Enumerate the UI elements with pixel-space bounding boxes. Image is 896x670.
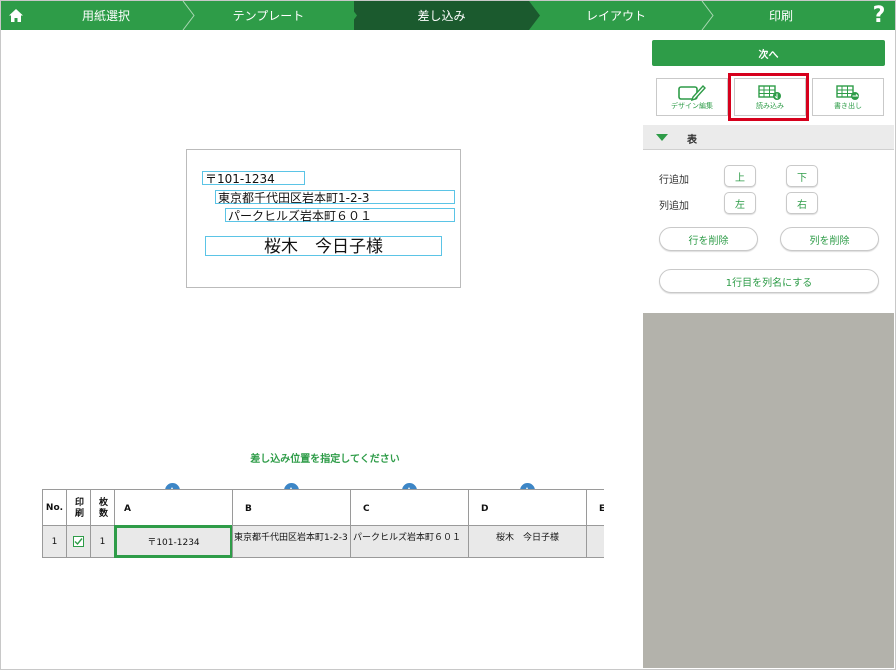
cell-c1[interactable]: パークヒルズ岩本町６０１ [350, 525, 469, 558]
row-number: 1 [51, 536, 58, 547]
chevron-right-icon [182, 1, 195, 30]
design-edit-icon [678, 84, 706, 102]
header-label: A [124, 504, 131, 514]
step-label: 印刷 [768, 9, 793, 23]
column-header-b[interactable]: B [232, 489, 351, 526]
home-icon [9, 9, 23, 22]
add-row-above-button[interactable]: 上 [724, 165, 756, 187]
tool-label: デザイン編集 [671, 102, 713, 110]
column-header-d[interactable]: D [468, 489, 587, 526]
step-template[interactable]: テンプレート [186, 1, 351, 30]
step-label: テンプレート [232, 9, 305, 23]
chevron-right-icon [346, 1, 365, 30]
cell-d1[interactable]: 桜木 今日子様 [468, 525, 587, 558]
header-label: C [363, 504, 370, 514]
chevron-right-icon [526, 1, 540, 30]
header-label: E [599, 504, 604, 514]
cell-text: 東京都千代田区岩本町1-2-3 [234, 533, 348, 543]
button-label: 右 [797, 199, 807, 211]
import-highlight-box [728, 73, 809, 121]
merge-instruction: 差し込み位置を指定してください [250, 454, 400, 465]
step-print[interactable]: 印刷 [706, 1, 856, 30]
address-line2-field[interactable]: パークヒルズ岩本町６０１ [225, 208, 455, 223]
table-section-header[interactable]: 表 [643, 125, 894, 150]
row-add-label: 行追加 [659, 175, 689, 186]
table-export-icon [836, 85, 859, 100]
tool-label: 書き出し [834, 102, 862, 110]
count-value: 1 [99, 536, 106, 547]
cell-text: パークヒルズ岩本町６０１ [353, 533, 462, 543]
count-cell[interactable]: 1 [90, 525, 115, 558]
header-label: No. [45, 502, 64, 513]
button-label: 列を削除 [809, 235, 850, 247]
step-layout[interactable]: レイアウト [531, 1, 701, 30]
step-merge[interactable]: 差し込み [354, 1, 529, 30]
checkbox-checked-icon[interactable] [73, 536, 84, 547]
button-label: 上 [735, 172, 745, 184]
cell-b1[interactable]: 東京都千代田区岩本町1-2-3 [232, 525, 351, 558]
address-line2-text: パークヒルズ岩本町６０１ [228, 209, 373, 223]
step-label: レイアウト [585, 9, 646, 23]
column-header-a[interactable]: A [114, 489, 233, 526]
address-line1-text: 東京都千代田区岩本町1-2-3 [218, 191, 370, 205]
delete-column-button[interactable]: 列を削除 [780, 227, 879, 251]
delete-row-button[interactable]: 行を削除 [659, 227, 758, 251]
help-button[interactable]: ? [863, 1, 895, 30]
button-label: 1行目を列名にする [725, 277, 813, 289]
column-header-print: 印刷 [66, 489, 91, 526]
design-edit-button[interactable]: デザイン編集 [656, 78, 728, 116]
button-label: 左 [735, 199, 745, 211]
home-button[interactable] [1, 1, 31, 30]
button-label: 行を削除 [688, 235, 729, 247]
column-add-label: 列追加 [659, 201, 689, 212]
column-header-count: 枚数 [90, 489, 115, 526]
cell-a1-selected[interactable]: 〒101-1234 [114, 525, 233, 558]
column-header-e[interactable]: E [586, 489, 604, 526]
next-button[interactable]: 次へ [652, 40, 885, 66]
step-label: 差し込み [417, 9, 466, 23]
button-label: 下 [797, 172, 807, 184]
column-header-c[interactable]: C [350, 489, 469, 526]
section-title: 表 [687, 135, 697, 146]
postcard-preview: 〒101-1234 東京都千代田区岩本町1-2-3 パークヒルズ岩本町６０１ 桜… [186, 149, 461, 288]
help-label: ? [872, 3, 886, 28]
data-table: No. 印刷 枚数 A B C D E 1 1 〒101-1234 東京都千代田… [42, 489, 604, 559]
print-checkbox-cell[interactable] [66, 525, 91, 558]
step-label: 用紙選択 [81, 9, 130, 23]
first-row-as-header-button[interactable]: 1行目を列名にする [659, 269, 879, 293]
add-row-below-button[interactable]: 下 [786, 165, 818, 187]
postal-code-text: 〒101-1234 [205, 172, 275, 186]
right-panel: 次へ デザイン編集 読み込み 書き出し 表 行追加 上 下 列追加 左 右 行を… [643, 30, 894, 668]
export-button[interactable]: 書き出し [812, 78, 884, 116]
header-label: D [481, 504, 489, 514]
add-column-left-button[interactable]: 左 [724, 192, 756, 214]
cell-text: 〒101-1234 [147, 538, 200, 548]
step-paper-select[interactable]: 用紙選択 [31, 1, 181, 30]
add-column-right-button[interactable]: 右 [786, 192, 818, 214]
collapse-triangle-icon [656, 134, 668, 141]
recipient-name-text: 桜木 今日子様 [264, 237, 383, 257]
recipient-name-field[interactable]: 桜木 今日子様 [205, 236, 442, 257]
step-navigation: 用紙選択 テンプレート 差し込み レイアウト 印刷 ? [1, 1, 895, 30]
row-number-cell: 1 [42, 525, 67, 558]
column-header-no: No. [42, 489, 67, 526]
header-label: B [245, 504, 252, 514]
chevron-right-icon [701, 1, 714, 30]
cell-text: 桜木 今日子様 [495, 533, 559, 543]
postal-code-field[interactable]: 〒101-1234 [202, 171, 305, 186]
next-label: 次へ [758, 49, 779, 61]
address-line1-field[interactable]: 東京都千代田区岩本町1-2-3 [215, 190, 455, 205]
cell-e1[interactable] [586, 525, 604, 558]
header-label: 枚数 [97, 496, 107, 519]
header-label: 印刷 [73, 496, 83, 519]
